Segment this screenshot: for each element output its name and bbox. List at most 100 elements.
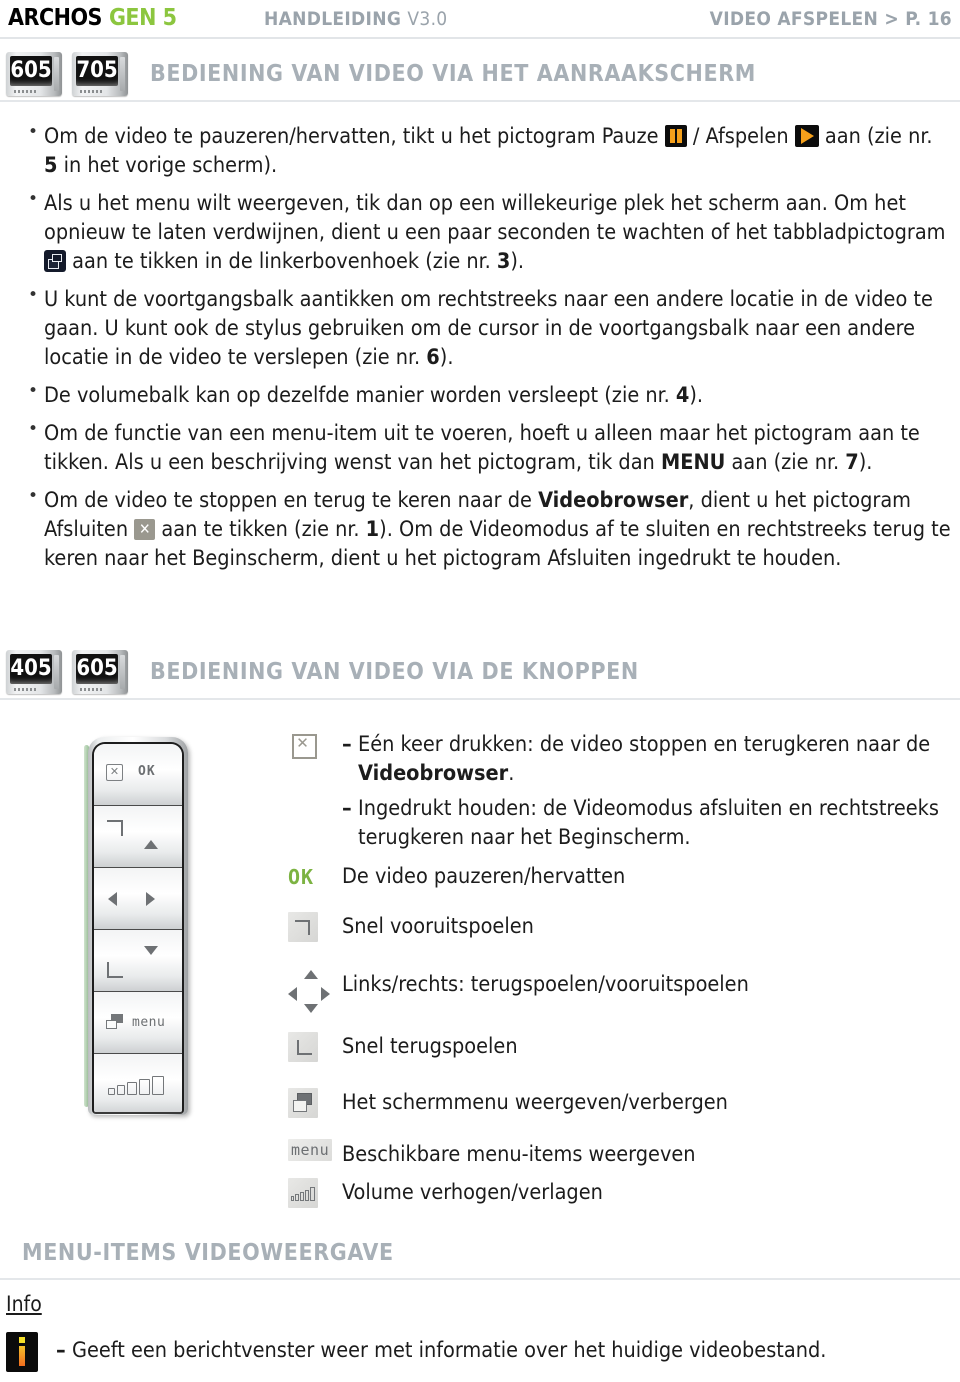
- instruction-text: Om de video te pauzeren/hervatten, tikt …: [44, 124, 933, 178]
- play-icon: [794, 125, 819, 147]
- up-arrow-icon: [144, 840, 158, 849]
- legend-line: Volume verhogen/verlagen: [342, 1180, 603, 1205]
- ok-icon: OK: [288, 862, 342, 892]
- exit-x-glyph: [288, 730, 318, 760]
- info-row: Geeft een berichtvenster weer met inform…: [6, 1332, 826, 1372]
- instruction-bullet-video-stoppen: Om de video te stoppen en terug te keren…: [22, 486, 952, 573]
- device-badge-405-label: 405: [10, 654, 52, 684]
- breadcrumb: VIDEO AFSPELEN > P. 16: [710, 8, 952, 30]
- manual-version: V3.0: [407, 8, 448, 30]
- breadcrumb-path: VIDEO AFSPELEN >: [709, 8, 899, 30]
- device-menu-label: menu: [132, 1015, 166, 1030]
- legend-row: Volume verhogen/verlagen: [288, 1178, 960, 1208]
- badge-side: [120, 655, 125, 689]
- device-button-volume[interactable]: [94, 1054, 182, 1112]
- header-divider: [0, 37, 960, 39]
- device-ok-label: OK: [138, 764, 156, 779]
- legend-row: Snel vooruitspoelen: [288, 912, 960, 942]
- legend-row: Het schermmenu weergeven/verbergen: [288, 1088, 960, 1118]
- rewind-icon: [288, 1032, 342, 1062]
- instruction-text: U kunt de voortgangsbalk aantikken om re…: [44, 287, 933, 370]
- section1-device-badges: 605 705: [6, 52, 128, 96]
- screen-menu-icon: [106, 1014, 123, 1029]
- device-button-left-right[interactable]: [94, 868, 182, 930]
- instruction-bullet-volumebalk: De volumebalk kan op dezelfde manier wor…: [22, 381, 952, 410]
- instruction-bullet-voortgangsbalk: U kunt de voortgangsbalk aantikken om re…: [22, 285, 952, 372]
- legend-row: OK De video pauzeren/hervatten: [288, 862, 960, 892]
- step-number: 4: [675, 383, 690, 408]
- legend-line: Beschikbare menu-items weergeven: [342, 1142, 696, 1167]
- emphasis-text: Videobrowser: [538, 488, 689, 513]
- legend-line: Links/rechts: terugspoelen/vooruitspoele…: [342, 972, 749, 997]
- legend-description: De video pauzeren/hervatten: [342, 862, 960, 892]
- rewind-icon: [107, 962, 123, 978]
- brand-archos: ARCHOS: [8, 5, 102, 31]
- step-number: 7: [845, 450, 859, 475]
- ok-glyph: OK: [288, 865, 315, 889]
- device-badge-705-label: 705: [76, 56, 118, 86]
- section3-divider: [0, 1278, 960, 1280]
- device-badge-705: 705: [72, 52, 128, 96]
- emphasis-text: MENU: [660, 450, 726, 475]
- brand-gen5: GEN 5: [108, 5, 177, 31]
- up-arrow-icon: [304, 970, 318, 979]
- section-buttons-heading: 405 605 BEDIENING VAN VIDEO VIA DE KNOPP…: [0, 650, 960, 694]
- down-arrow-icon: [144, 946, 158, 955]
- left-arrow-icon: [108, 892, 117, 906]
- instruction-bullet-pauze-afspelen: Om de video te pauzeren/hervatten, tikt …: [22, 122, 952, 180]
- legend-description: Eén keer drukken: de video stoppen en te…: [342, 730, 960, 858]
- device-badge-605-label: 605: [10, 56, 52, 86]
- device-button-down-rewind[interactable]: [94, 930, 182, 992]
- fast-forward-glyph: [288, 912, 318, 942]
- instruction-bullet-menu-item-functie: Om de functie van een menu-item uit te v…: [22, 419, 952, 477]
- legend-description: Beschikbare menu-items weergeven: [342, 1140, 960, 1169]
- info-icon: [6, 1332, 38, 1372]
- info-sub-label: Info: [6, 1292, 42, 1316]
- exit-x-icon: [288, 730, 342, 858]
- legend-description: Volume verhogen/verlagen: [342, 1178, 960, 1208]
- badge-dots: [14, 688, 38, 691]
- legend-row: menu Beschikbare menu-items weergeven: [288, 1139, 960, 1169]
- legend-line: De video pauzeren/hervatten: [342, 864, 626, 889]
- instruction-bullet-menu-weergeven: Als u het menu wilt weergeven, tik dan o…: [22, 189, 952, 276]
- info-icon-dot: [19, 1337, 25, 1343]
- dpad-icon: [288, 970, 342, 1018]
- step-number: 3: [496, 249, 511, 274]
- screen-menu-icon: [288, 1088, 342, 1118]
- info-icon-stem: [19, 1346, 25, 1366]
- left-arrow-icon: [288, 987, 297, 1001]
- touchscreen-instruction-list: Om de video te pauzeren/hervatten, tikt …: [22, 122, 952, 582]
- legend-line: Het schermmenu weergeven/verbergen: [342, 1090, 728, 1115]
- instruction-text: De volumebalk kan op dezelfde manier wor…: [44, 383, 704, 408]
- badge-side: [120, 57, 125, 91]
- menu-text-icon: menu: [288, 1139, 342, 1169]
- section-touchscreen-heading: 605 705 BEDIENING VAN VIDEO VIA HET AANR…: [0, 52, 960, 96]
- volume-icon: [288, 1178, 342, 1208]
- badge-side: [54, 655, 59, 689]
- instruction-text: Als u het menu wilt weergeven, tik dan o…: [44, 191, 946, 274]
- badge-dots: [14, 90, 38, 93]
- badge-side: [54, 57, 59, 91]
- fast-forward-icon: [288, 912, 342, 942]
- page-number: P. 16: [905, 8, 952, 30]
- manual-title: HANDLEIDING V3.0: [264, 8, 447, 30]
- volume-bars-icon: [108, 1076, 164, 1095]
- device-button-menu[interactable]: menu: [94, 992, 182, 1054]
- emphasis-text: Videobrowser: [358, 761, 509, 786]
- device-button-fastforward-up[interactable]: [94, 806, 182, 868]
- volume-glyph: [288, 1178, 318, 1208]
- legend-line: Eén keer drukken: de video stoppen en te…: [342, 730, 960, 788]
- remote-control-illustration: OK menu: [84, 737, 188, 1115]
- section3-title: MENU-ITEMS VIDEOWEERGAVE: [22, 1240, 394, 1266]
- down-arrow-icon: [304, 1004, 318, 1013]
- step-number: 1: [365, 517, 380, 542]
- section1-title: BEDIENING VAN VIDEO VIA HET AANRAAKSCHER…: [150, 61, 756, 87]
- info-description-text: Geeft een berichtvenster weer met inform…: [56, 1336, 826, 1365]
- legend-description: Snel terugspoelen: [342, 1032, 960, 1062]
- legend-row: Links/rechts: terugspoelen/vooruitspoele…: [288, 970, 960, 1018]
- step-number: 5: [44, 153, 58, 178]
- device-button-ok[interactable]: OK: [94, 744, 182, 806]
- device-badge-605b: 605: [72, 650, 128, 694]
- right-arrow-icon: [321, 987, 330, 1001]
- dpad-glyph: [288, 970, 334, 1018]
